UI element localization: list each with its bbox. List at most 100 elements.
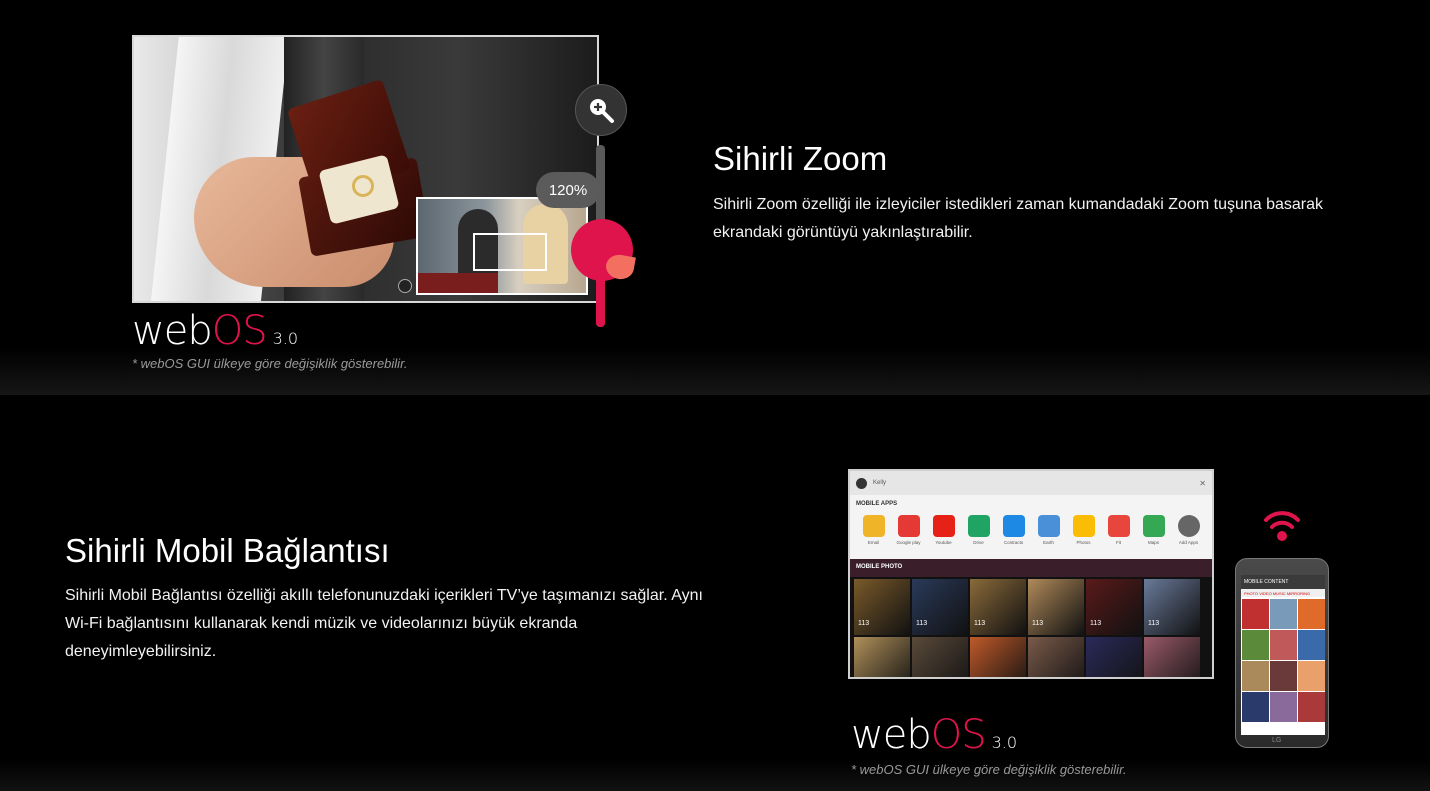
- phone-photo-tile[interactable]: [1270, 661, 1297, 691]
- photo-tile[interactable]: 113: [1144, 579, 1200, 635]
- app-label: Drive: [973, 540, 984, 545]
- app-label: Maps: [1147, 540, 1159, 545]
- app-icon: [1177, 515, 1200, 537]
- photo-count: 113: [916, 620, 928, 627]
- app-tile[interactable]: Drive: [961, 515, 996, 545]
- app-label: Contracts: [1003, 540, 1024, 545]
- webos-logo: webOS 3.0: [851, 712, 1017, 758]
- webos-logo-web: web: [851, 712, 932, 758]
- more-photos-label: 200 More: [1160, 678, 1190, 679]
- app-label: Earth: [1043, 540, 1054, 545]
- phone-photo-tile[interactable]: [1298, 692, 1325, 722]
- photo-tile[interactable]: 113: [1028, 579, 1084, 635]
- feature-description: Sihirli Zoom özelliği ile izleyiciler is…: [713, 196, 1324, 241]
- zoom-in-icon: [590, 99, 614, 123]
- avatar: [856, 477, 867, 489]
- photos-label: MOBILE PHOTO: [850, 559, 1212, 577]
- photo-count: 113: [858, 620, 870, 627]
- webos-version: 3.0: [272, 329, 299, 348]
- app-tile[interactable]: Photos: [1066, 515, 1101, 545]
- webos-logo-os: OS: [930, 712, 987, 758]
- phone-photo-tile[interactable]: [1242, 661, 1269, 691]
- photo-count: 113: [1032, 620, 1044, 627]
- zoom-section: 120% webOS 3.0 * webOS GUI ülkeye göre de…: [0, 0, 1430, 395]
- phone-photo-tile[interactable]: [1270, 630, 1297, 660]
- phone-tabs[interactable]: PHOTO VIDEO MUSIC MIRRORING: [1241, 589, 1325, 597]
- app-icon: [1002, 515, 1025, 537]
- webos-logo: webOS 3.0: [132, 308, 298, 354]
- app-label: Google play: [896, 540, 921, 545]
- phone-photo-tile[interactable]: [1242, 599, 1269, 629]
- app-tile[interactable]: Fit: [1101, 515, 1136, 545]
- photo-count: 113: [974, 620, 986, 627]
- photo-tile[interactable]: [854, 637, 910, 677]
- photo-tile[interactable]: [970, 637, 1026, 677]
- phone-photo-tile[interactable]: [1298, 599, 1325, 629]
- phone-photo-tile[interactable]: [1242, 630, 1269, 660]
- wifi-icon: [1264, 511, 1300, 541]
- tv-top-bar: Kelly ✕: [850, 471, 1212, 495]
- webos-logo-web: web: [132, 308, 213, 354]
- photo-tile[interactable]: [1028, 637, 1084, 677]
- pip-preview: [416, 197, 588, 295]
- app-label: Photos: [1076, 540, 1091, 545]
- pip-flowers: [418, 273, 498, 293]
- gui-disclaimer: * webOS GUI ülkeye göre değişiklik göste…: [851, 762, 1127, 777]
- photo-grid: 113 113 113 113 113 113 200 More: [850, 577, 1212, 679]
- app-icon: [897, 515, 920, 537]
- user-name: Kelly: [873, 480, 887, 486]
- photo-tile[interactable]: 113: [854, 579, 910, 635]
- app-icon: [1072, 515, 1095, 537]
- app-icon: [1037, 515, 1060, 537]
- app-tile[interactable]: Add Apps: [1171, 515, 1206, 545]
- feature-title: Sihirli Mobil Bağlantısı: [65, 532, 390, 569]
- app-icon: [1142, 515, 1165, 537]
- zoom-in-button[interactable]: [575, 84, 627, 136]
- photo-tile[interactable]: [1086, 637, 1142, 677]
- phone-photo-tile[interactable]: [1270, 692, 1297, 722]
- app-icon: [932, 515, 955, 537]
- app-icon: [1107, 515, 1130, 537]
- phone-photo-tile[interactable]: [1298, 630, 1325, 660]
- webos-version: 3.0: [991, 733, 1018, 752]
- phone-device: MOBILE CONTENT PHOTO VIDEO MUSIC MIRRORI…: [1235, 558, 1329, 748]
- photo-count: 113: [1148, 620, 1160, 627]
- ring-graphic: [352, 175, 374, 197]
- apps-label: MOBILE APPS: [856, 501, 898, 507]
- app-tile[interactable]: Earth: [1031, 515, 1066, 545]
- app-tile[interactable]: Youtube: [926, 515, 961, 545]
- zoom-level-badge: 120%: [536, 172, 600, 208]
- feature-description: Sihirli Mobil Bağlantısı özelliği akıllı…: [65, 587, 703, 660]
- app-label: Fit: [1116, 540, 1121, 545]
- app-label: Add Apps: [1178, 540, 1199, 545]
- close-icon[interactable]: ✕: [1199, 479, 1206, 488]
- phone-title: MOBILE CONTENT: [1241, 575, 1325, 589]
- app-tile[interactable]: Contracts: [996, 515, 1031, 545]
- app-tile[interactable]: Maps: [1136, 515, 1171, 545]
- zoom-demo-image: [132, 35, 599, 303]
- tv-mobile-content-screen: Kelly ✕ MOBILE APPS Email Google play Yout…: [848, 469, 1214, 679]
- webos-logo-os: OS: [211, 308, 268, 354]
- app-tile[interactable]: Email: [856, 515, 891, 545]
- photo-count: 113: [1090, 620, 1102, 627]
- photo-tile[interactable]: 200 More: [1144, 637, 1200, 679]
- photo-tile[interactable]: 113: [912, 579, 968, 635]
- gui-disclaimer: * webOS GUI ülkeye göre değişiklik göste…: [132, 356, 408, 371]
- app-icon: [862, 515, 885, 537]
- pip-toggle-icon[interactable]: [398, 279, 412, 293]
- pip-zoom-rectangle[interactable]: [473, 233, 547, 271]
- phone-photo-tile[interactable]: [1270, 599, 1297, 629]
- photo-tile[interactable]: [912, 637, 968, 677]
- app-label: Email: [867, 540, 880, 545]
- photo-tile[interactable]: 113: [970, 579, 1026, 635]
- app-label: Youtube: [935, 540, 952, 545]
- app-tile[interactable]: Google play: [891, 515, 926, 545]
- feature-title: Sihirli Zoom: [713, 140, 888, 177]
- phone-photo-tile[interactable]: [1242, 692, 1269, 722]
- photo-tile[interactable]: 113: [1086, 579, 1142, 635]
- phone-photo-grid: [1241, 597, 1325, 724]
- apps-row: Email Google play Youtube Drive Contracts Ear…: [856, 515, 1206, 545]
- phone-brand: LG: [1272, 737, 1282, 744]
- app-icon: [967, 515, 990, 537]
- phone-photo-tile[interactable]: [1298, 661, 1325, 691]
